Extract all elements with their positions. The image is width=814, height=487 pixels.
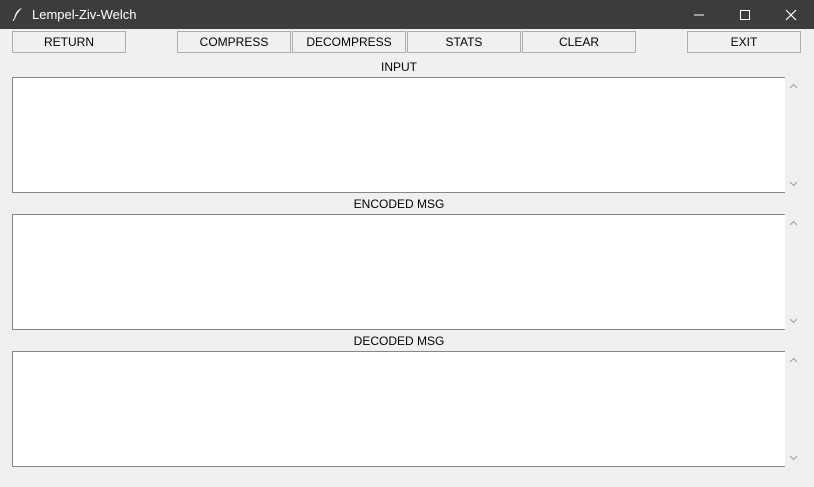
scroll-up-icon[interactable] xyxy=(789,220,798,226)
decoded-msg-scrollbar[interactable] xyxy=(785,351,802,467)
stats-button[interactable]: STATS xyxy=(407,31,521,53)
scroll-down-icon[interactable] xyxy=(789,455,798,461)
close-button[interactable] xyxy=(768,0,814,29)
scroll-up-icon[interactable] xyxy=(789,357,798,363)
title-bar[interactable]: Lempel-Ziv-Welch xyxy=(0,0,814,29)
scroll-down-icon[interactable] xyxy=(789,181,798,187)
feather-icon xyxy=(12,7,24,22)
exit-button[interactable]: EXIT xyxy=(687,31,801,53)
app-window: Lempel-Ziv-Welch RETURN COMPRESS DECOMPR… xyxy=(0,0,814,487)
maximize-icon xyxy=(740,10,750,20)
close-icon xyxy=(785,9,797,21)
decompress-button[interactable]: DECOMPRESS xyxy=(292,31,406,53)
encoded-msg-label: ENCODED MSG xyxy=(353,197,445,211)
clear-button[interactable]: CLEAR xyxy=(522,31,636,53)
decoded-msg-label: DECODED MSG xyxy=(353,334,445,348)
scroll-down-icon[interactable] xyxy=(789,318,798,324)
maximize-button[interactable] xyxy=(722,0,768,29)
minimize-icon xyxy=(694,14,704,16)
return-button[interactable]: RETURN xyxy=(12,31,126,53)
encoded-msg-scrollbar[interactable] xyxy=(785,214,802,330)
input-text-area[interactable] xyxy=(12,77,785,193)
input-label: INPUT xyxy=(381,60,417,74)
encoded-msg-text-area[interactable] xyxy=(12,214,785,330)
window-title: Lempel-Ziv-Welch xyxy=(32,7,137,22)
scroll-up-icon[interactable] xyxy=(789,83,798,89)
decoded-msg-text-area[interactable] xyxy=(12,351,785,467)
compress-button[interactable]: COMPRESS xyxy=(177,31,291,53)
input-scrollbar[interactable] xyxy=(785,77,802,193)
minimize-button[interactable] xyxy=(676,0,722,29)
